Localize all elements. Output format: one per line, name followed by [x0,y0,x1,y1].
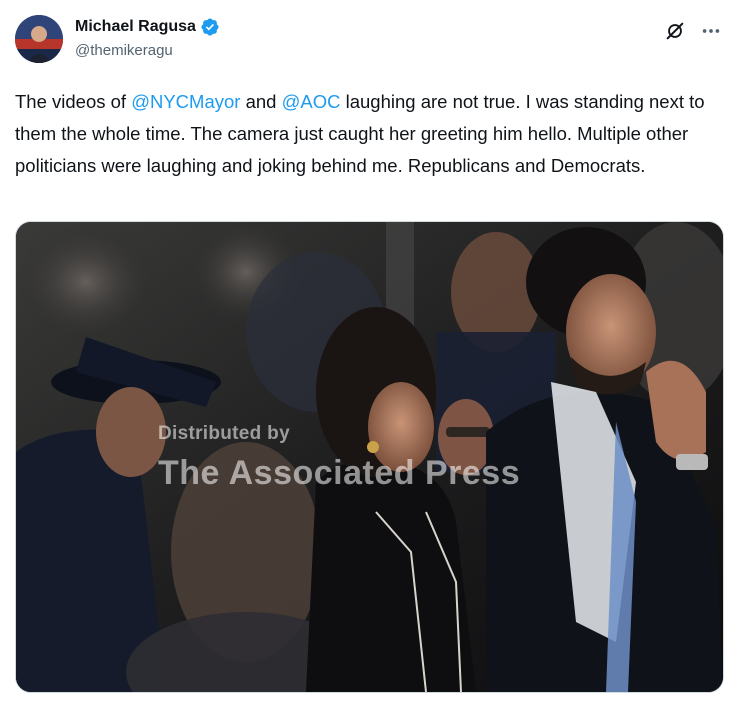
more-options-icon[interactable] [700,20,722,42]
author-name-row: Michael Ragusa [75,17,220,37]
photo-image [16,222,723,692]
tweet-text-segment: The videos of [15,91,132,112]
author-display-name[interactable]: Michael Ragusa [75,18,196,36]
grok-icon[interactable] [664,20,686,42]
tweet-text: The videos of @NYCMayor and @AOC laughin… [15,86,715,182]
author-handle[interactable]: @themikeragu [75,42,173,59]
verified-badge-icon [201,18,219,36]
mention-link-nycmayor[interactable]: @NYCMayor [131,91,240,112]
tweet-card: Michael Ragusa @themikeragu The videos o… [0,0,741,710]
avatar[interactable] [15,15,63,63]
avatar-image [15,15,63,63]
mention-link-aoc[interactable]: @AOC [282,91,341,112]
tweet-text-segment: and [240,91,282,112]
tweet-photo[interactable]: Distributed by The Associated Press [15,221,724,693]
